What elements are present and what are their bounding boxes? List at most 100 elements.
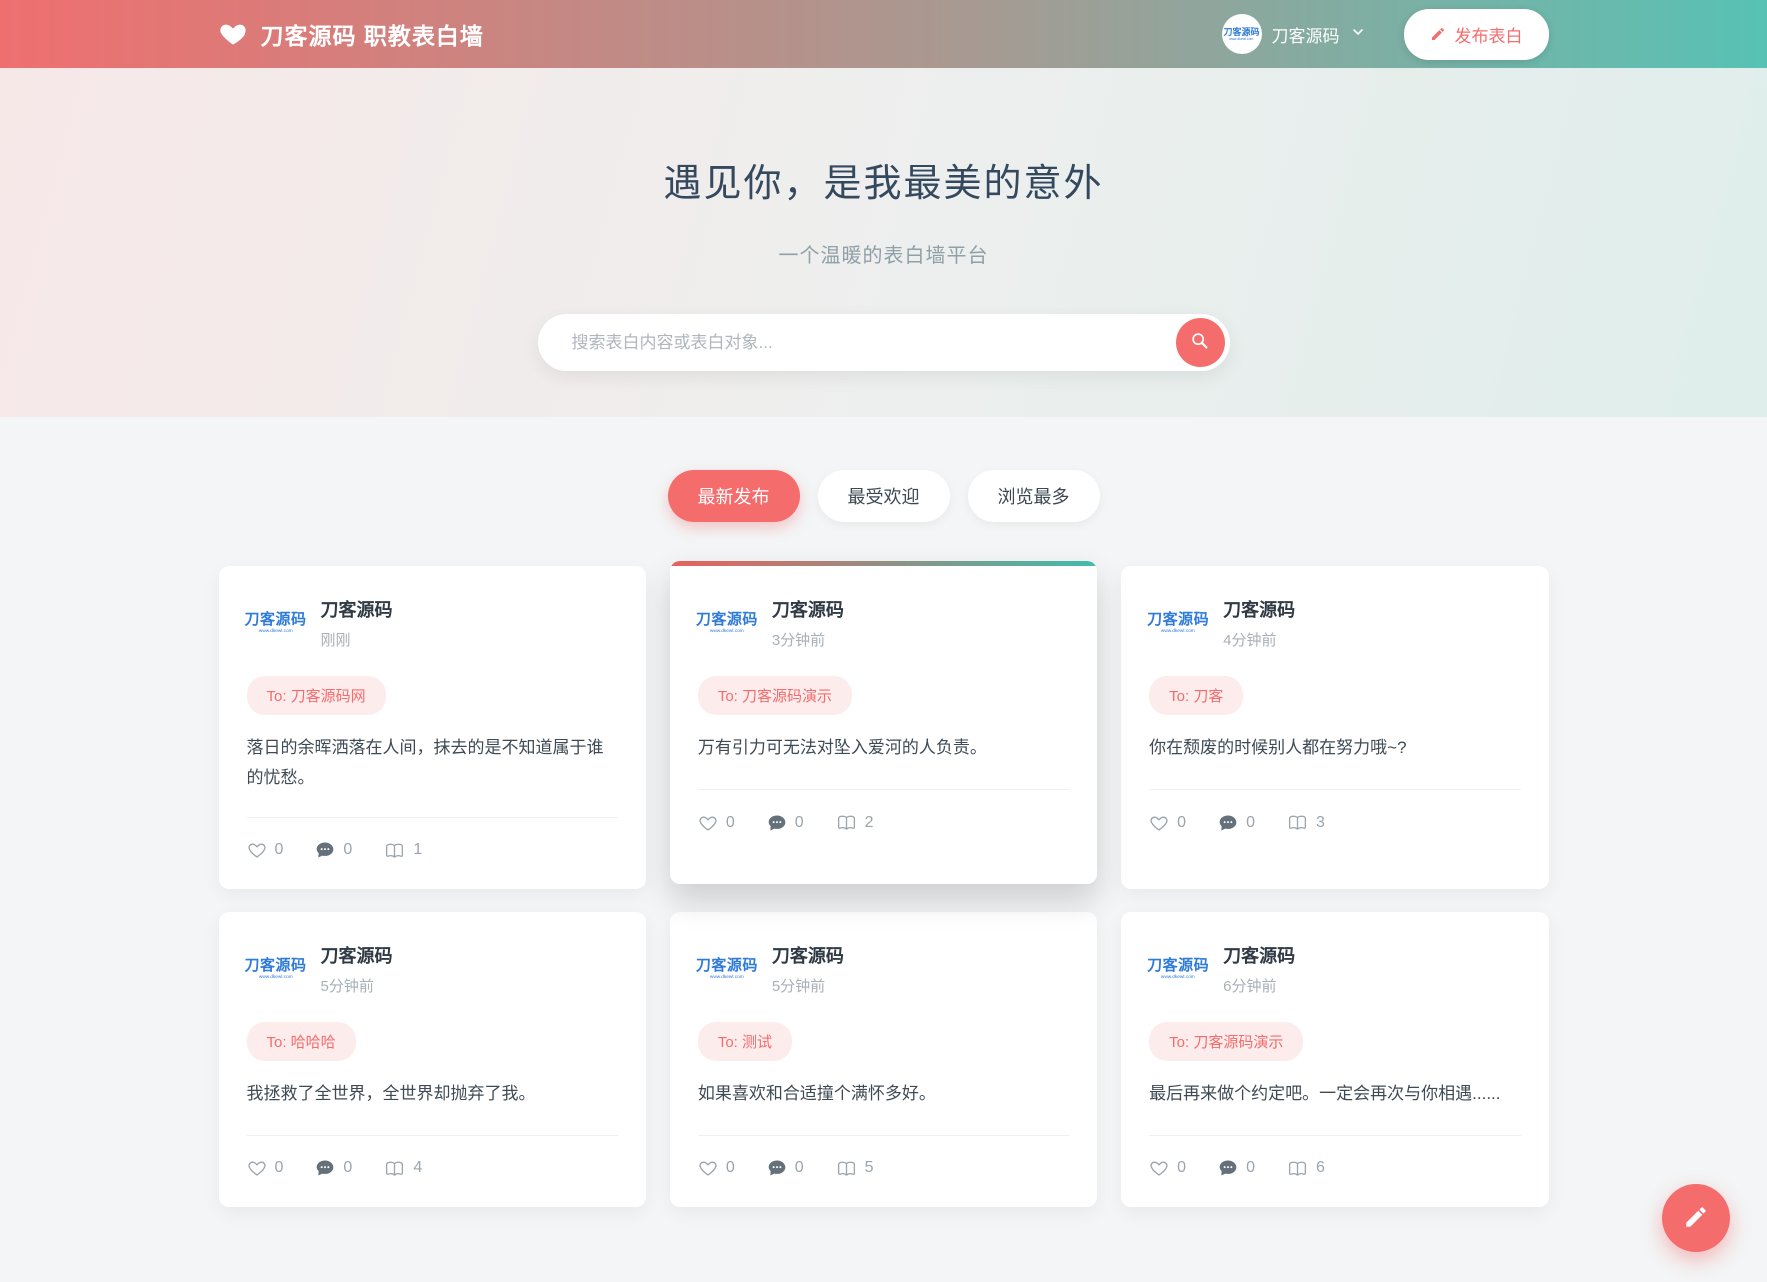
like-button[interactable]: 0 xyxy=(1149,1158,1186,1178)
avatar: 刀客源码 www.dkewl.com xyxy=(245,594,306,652)
chat-bubble-icon xyxy=(315,840,335,860)
views-stat[interactable]: 1 xyxy=(384,840,422,861)
chat-bubble-icon xyxy=(1218,813,1238,833)
heart-outline-icon xyxy=(698,813,718,833)
avatar: 刀客源码 www.dkewl.com xyxy=(695,939,758,998)
avatar-logo-text: 刀客源码 xyxy=(695,956,758,974)
brand[interactable]: 刀客源码 职教表白墙 xyxy=(219,17,484,51)
like-button[interactable]: 0 xyxy=(1149,813,1186,833)
confession-message: 落日的余晖洒落在人间，抹去的是不知道属于谁的忧愁。 xyxy=(246,738,604,787)
confession-card[interactable]: 刀客源码 www.dkewl.com 刀客源码 5分钟前 To: 测试 如果喜欢… xyxy=(669,911,1098,1207)
comment-button[interactable]: 0 xyxy=(315,1158,352,1178)
like-count: 0 xyxy=(725,1159,735,1176)
author-name: 刀客源码 xyxy=(320,600,393,620)
comment-button[interactable]: 0 xyxy=(1218,813,1255,833)
search-button[interactable] xyxy=(1175,318,1225,367)
view-count: 3 xyxy=(1315,813,1325,831)
like-button[interactable]: 0 xyxy=(247,1158,283,1178)
confession-card[interactable]: 刀客源码 www.dkewl.com 刀客源码 刚刚 To: 刀客源码网 落日的… xyxy=(218,566,646,889)
app-header: 刀客源码 职教表白墙 刀客源码 www.dkewl.com 刀客源码 发布表白 xyxy=(0,0,1767,68)
user-menu[interactable]: 刀客源码 www.dkewl.com 刀客源码 xyxy=(1221,14,1366,54)
app-title: 刀客源码 职教表白墙 xyxy=(260,23,484,49)
view-count: 2 xyxy=(864,813,874,831)
confession-card[interactable]: 刀客源码 www.dkewl.com 刀客源码 4分钟前 To: 刀客 你在颓废… xyxy=(1121,566,1549,889)
heart-outline-icon xyxy=(1149,813,1169,833)
card-stats: 0 0 xyxy=(247,840,618,861)
to-badge: To: 刀客 xyxy=(1149,676,1244,715)
like-button[interactable]: 0 xyxy=(698,1158,735,1178)
open-book-icon xyxy=(836,1158,857,1179)
post-time: 刚刚 xyxy=(320,632,351,649)
like-count: 0 xyxy=(274,841,284,858)
avatar-logo-subtext: www.dkewl.com xyxy=(709,628,744,634)
hero-section: 遇见你，是我最美的意外 一个温暖的表白墙平台 xyxy=(0,68,1767,417)
fab-publish-button[interactable] xyxy=(1662,1184,1730,1252)
hero-subtitle: 一个温暖的表白墙平台 xyxy=(778,245,989,267)
avatar-logo-subtext: www.dkewl.com xyxy=(258,628,293,634)
view-count: 5 xyxy=(864,1159,874,1176)
user-avatar: 刀客源码 www.dkewl.com xyxy=(1221,14,1262,54)
tab-1[interactable]: 最受欢迎 xyxy=(817,470,950,522)
views-stat[interactable]: 6 xyxy=(1287,1158,1325,1179)
view-count: 1 xyxy=(413,841,423,858)
confession-message: 最后再来做个约定吧。一定会再次与你相遇...... xyxy=(1149,1083,1501,1103)
avatar: 刀客源码 www.dkewl.com xyxy=(244,939,307,998)
comment-count: 0 xyxy=(1246,1159,1255,1176)
tab-2[interactable]: 浏览最多 xyxy=(967,470,1100,522)
avatar: 刀客源码 www.dkewl.com xyxy=(1147,939,1210,998)
post-time: 6分钟前 xyxy=(1223,977,1277,995)
avatar-logo-subtext: www.dkewl.com xyxy=(1161,628,1196,634)
post-time: 3分钟前 xyxy=(771,632,826,649)
like-button[interactable]: 0 xyxy=(698,813,735,833)
to-badge: To: 刀客源码网 xyxy=(246,676,386,715)
search-input[interactable] xyxy=(537,314,1230,371)
post-time: 4分钟前 xyxy=(1223,632,1277,649)
divider xyxy=(697,1134,1070,1136)
author-name: 刀客源码 xyxy=(1223,945,1296,966)
avatar: 刀客源码 www.dkewl.com xyxy=(696,594,757,652)
author-name: 刀客源码 xyxy=(771,600,844,620)
views-stat[interactable]: 5 xyxy=(836,1158,874,1179)
open-book-icon xyxy=(1287,1158,1308,1179)
comment-count: 0 xyxy=(1246,813,1255,831)
card-stats: 0 0 xyxy=(1149,812,1520,833)
like-count: 0 xyxy=(725,813,735,831)
avatar-logo-subtext: www.dkewl.com xyxy=(709,973,744,980)
chevron-down-icon xyxy=(1350,24,1366,45)
author-name: 刀客源码 xyxy=(771,945,844,966)
author-name: 刀客源码 xyxy=(320,945,393,966)
like-button[interactable]: 0 xyxy=(247,840,284,860)
to-badge: To: 刀客源码演示 xyxy=(1149,1021,1304,1061)
author-name: 刀客源码 xyxy=(1223,600,1296,620)
heart-outline-icon xyxy=(698,1158,718,1178)
avatar-logo-text: 刀客源码 xyxy=(1147,956,1210,974)
views-stat[interactable]: 2 xyxy=(836,812,874,833)
confession-card[interactable]: 刀客源码 www.dkewl.com 刀客源码 5分钟前 To: 哈哈哈 我拯救… xyxy=(218,911,646,1207)
views-stat[interactable]: 4 xyxy=(384,1158,422,1179)
comment-button[interactable]: 0 xyxy=(767,813,804,833)
chat-bubble-icon xyxy=(315,1158,335,1178)
avatar-logo-text: 刀客源码 xyxy=(244,956,307,974)
post-time: 5分钟前 xyxy=(771,977,826,995)
comment-button[interactable]: 0 xyxy=(1218,1158,1255,1178)
comment-button[interactable]: 0 xyxy=(767,1158,804,1178)
publish-button[interactable]: 发布表白 xyxy=(1403,8,1549,60)
confession-message: 如果喜欢和合适撞个满怀多好。 xyxy=(697,1083,936,1103)
search-bar xyxy=(537,314,1230,371)
heart-outline-icon xyxy=(247,840,267,860)
tab-0[interactable]: 最新发布 xyxy=(667,470,800,522)
open-book-icon xyxy=(1287,812,1308,833)
avatar-logo-subtext: www.dkewl.com xyxy=(1229,35,1254,41)
comment-count: 0 xyxy=(794,813,804,831)
avatar-logo-subtext: www.dkewl.com xyxy=(258,973,293,980)
like-count: 0 xyxy=(1177,813,1187,831)
to-badge: To: 刀客源码演示 xyxy=(697,676,853,715)
confession-card[interactable]: 刀客源码 www.dkewl.com 刀客源码 3分钟前 To: 刀客源码演示 … xyxy=(669,561,1098,884)
comment-button[interactable]: 0 xyxy=(315,840,352,860)
views-stat[interactable]: 3 xyxy=(1287,812,1325,833)
chat-bubble-icon xyxy=(767,1158,787,1178)
confession-card[interactable]: 刀客源码 www.dkewl.com 刀客源码 6分钟前 To: 刀客源码演示 … xyxy=(1121,911,1549,1207)
confession-message: 我拯救了全世界，全世界却抛弃了我。 xyxy=(246,1083,536,1103)
divider xyxy=(697,789,1070,790)
chat-bubble-icon xyxy=(1218,1158,1238,1178)
